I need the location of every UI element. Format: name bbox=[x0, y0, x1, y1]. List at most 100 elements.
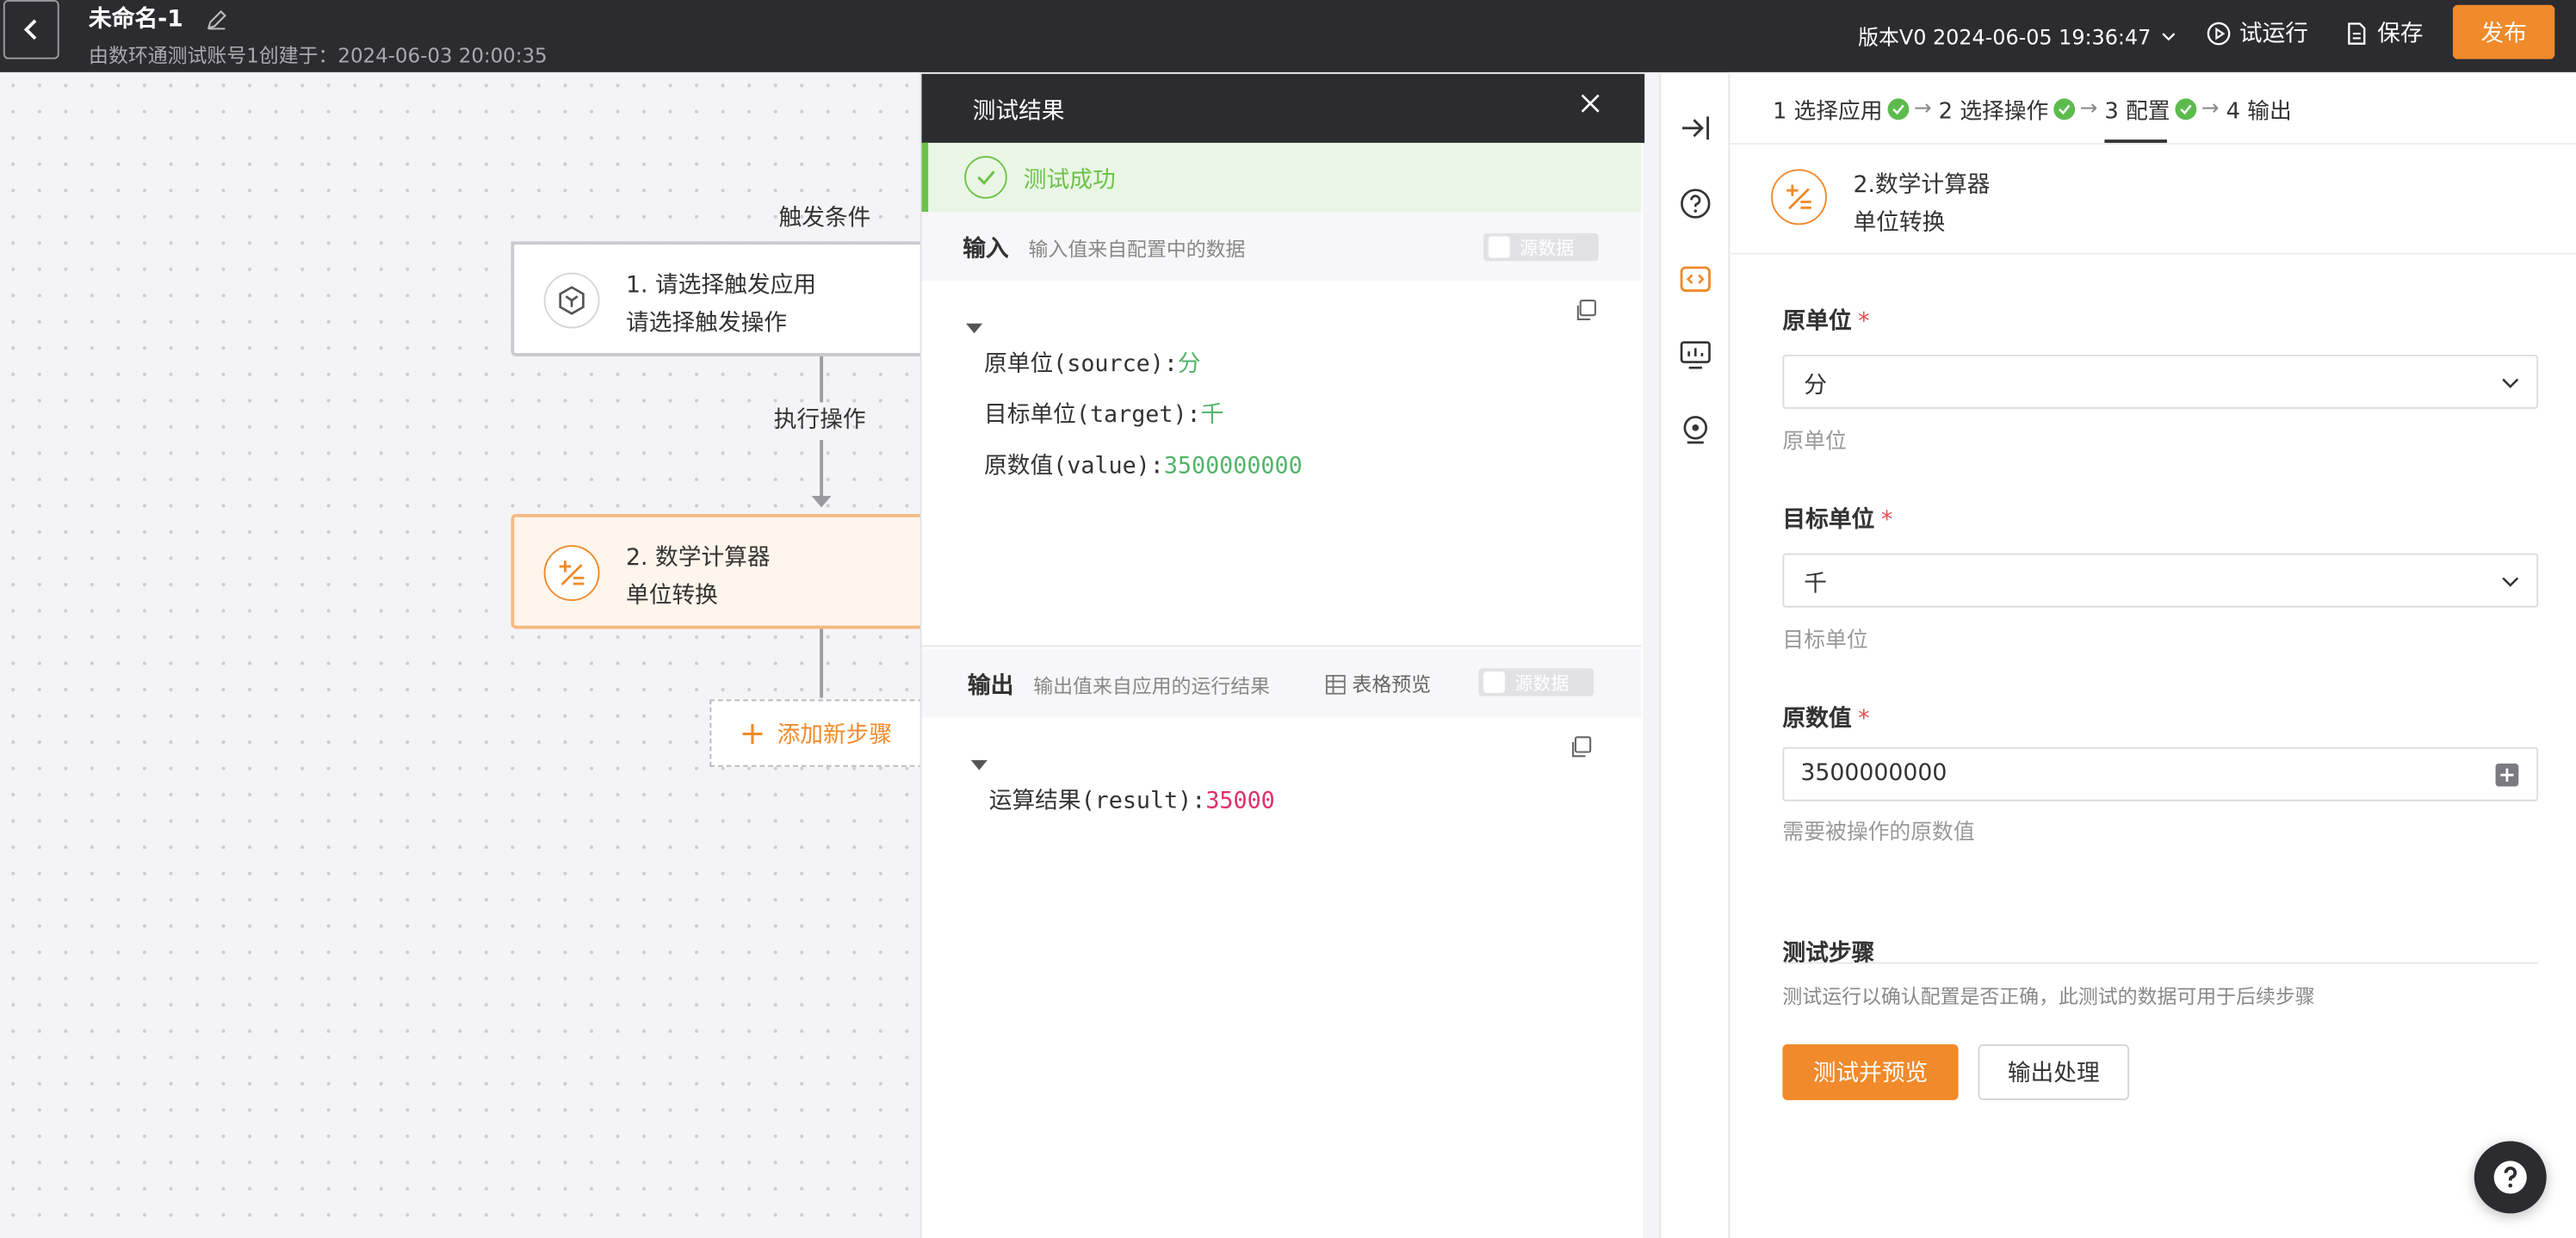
plus-minus-icon bbox=[559, 560, 585, 585]
back-button[interactable] bbox=[3, 0, 59, 59]
monitor-chart-icon[interactable] bbox=[1679, 338, 1712, 371]
version-selector[interactable]: 版本V0 2024-06-05 19:36:47 bbox=[1858, 20, 2177, 51]
step-tabs: 1 选择应用 → 2 选择操作 → 3 配置 → 4 输出 bbox=[1730, 72, 2576, 145]
config-node-header: 2.数学计算器 单位转换 bbox=[1730, 145, 2576, 255]
add-step-button[interactable]: 添加新步骤 bbox=[709, 699, 940, 767]
success-text: 测试成功 bbox=[1023, 167, 1116, 195]
output-desc: 输出值来自应用的运行结果 bbox=[1033, 674, 1271, 698]
code-icon[interactable] bbox=[1679, 263, 1712, 295]
original-value-input[interactable]: 3500000000 bbox=[1782, 746, 2539, 802]
close-icon[interactable] bbox=[1579, 92, 1602, 115]
test-step-title: 测试步骤 bbox=[1782, 940, 1875, 968]
toggle-label: 源数据 bbox=[1520, 237, 1575, 259]
save-button[interactable]: 保存 bbox=[2344, 16, 2424, 49]
arrow-down-icon bbox=[811, 495, 832, 508]
save-label: 保存 bbox=[2377, 21, 2424, 48]
collapse-panel-icon[interactable] bbox=[1679, 112, 1712, 145]
trigger-label: 触发条件 bbox=[778, 205, 871, 232]
plus-minus-icon bbox=[1771, 169, 1827, 226]
test-result-header: 测试结果 bbox=[921, 73, 1645, 143]
collapse-caret-icon[interactable] bbox=[966, 323, 983, 334]
source-unit-select[interactable]: 分 bbox=[1782, 354, 2539, 409]
success-banner: 测试成功 bbox=[921, 142, 1642, 213]
document-icon bbox=[2348, 22, 2366, 44]
chevron-down-icon bbox=[2162, 32, 2176, 40]
trial-run-button[interactable]: 试运行 bbox=[2207, 16, 2308, 49]
output-processing-button[interactable]: 输出处理 bbox=[1978, 1043, 2130, 1100]
toggle-knob bbox=[1483, 672, 1505, 693]
output-title: 输出 bbox=[967, 672, 1014, 700]
test-result-title: 测试结果 bbox=[972, 98, 1065, 125]
step-configure[interactable]: 3 配置 → bbox=[2104, 92, 2219, 125]
action-node[interactable]: 2. 数学计算器 单位转换 bbox=[511, 513, 938, 629]
help-circle-icon[interactable] bbox=[1679, 187, 1712, 220]
input-title: 输入 bbox=[963, 236, 1009, 263]
document-title[interactable]: 未命名-1 bbox=[89, 2, 183, 34]
edit-icon[interactable] bbox=[204, 7, 231, 34]
arrow-right-icon: → bbox=[1913, 96, 1932, 121]
toggle-knob bbox=[1488, 236, 1510, 258]
trigger-node[interactable]: 1. 请选择触发应用 请选择触发操作 bbox=[511, 241, 938, 356]
original-value-hint: 需要被操作的原数值 bbox=[1782, 820, 1975, 846]
chevron-down-icon bbox=[2502, 577, 2519, 587]
table-preview-label: 表格预览 bbox=[1352, 672, 1432, 696]
section-divider bbox=[1782, 962, 2539, 964]
table-preview-button[interactable]: 表格预览 bbox=[1325, 670, 1432, 697]
add-step-label: 添加新步骤 bbox=[777, 721, 893, 748]
target-unit-value: 千 bbox=[1804, 571, 1827, 598]
test-step-desc: 测试运行以确认配置是否正确，此测试的数据可用于后续步骤 bbox=[1782, 985, 2315, 1009]
input-raw-data-toggle[interactable]: 源数据 bbox=[1483, 232, 1599, 262]
step-select-app[interactable]: 1 选择应用 → bbox=[1773, 92, 1932, 125]
target-unit-hint: 目标单位 bbox=[1782, 628, 1868, 654]
collapse-caret-icon[interactable] bbox=[970, 760, 988, 771]
chevron-left-icon bbox=[23, 19, 37, 40]
output-raw-data-toggle[interactable]: 源数据 bbox=[1478, 668, 1594, 696]
source-unit-label: 原单位 * bbox=[1782, 308, 1870, 336]
trigger-app-icon-wrap bbox=[543, 272, 600, 329]
action-node-title: 2. 数学计算器 bbox=[626, 545, 771, 572]
action-label: 执行操作 bbox=[773, 406, 866, 434]
source-unit-value: 分 bbox=[1804, 372, 1827, 399]
config-node-subtitle: 单位转换 bbox=[1853, 210, 1946, 237]
config-node-title: 2.数学计算器 bbox=[1853, 172, 1991, 199]
input-field-target: 目标单位(target):千 bbox=[984, 402, 1224, 429]
check-icon bbox=[2053, 97, 2075, 120]
trigger-node-title: 1. 请选择触发应用 bbox=[626, 272, 817, 300]
location-pin-icon[interactable] bbox=[1679, 414, 1712, 447]
insert-variable-icon[interactable] bbox=[2495, 763, 2519, 787]
side-icon-strip bbox=[1659, 73, 1731, 1238]
input-field-source: 原单位(source):分 bbox=[984, 351, 1201, 378]
step-select-action[interactable]: 2 选择操作 → bbox=[1939, 92, 2098, 125]
target-unit-select[interactable]: 千 bbox=[1782, 553, 2539, 608]
step-label: 4 输出 bbox=[2226, 98, 2292, 125]
original-value-label: 原数值 * bbox=[1782, 706, 1870, 733]
input-field-value: 原数值(value):3500000000 bbox=[984, 453, 1303, 480]
step-label: 1 选择应用 bbox=[1772, 98, 1883, 125]
help-fab-button[interactable] bbox=[2474, 1141, 2547, 1214]
check-icon bbox=[1887, 97, 1910, 120]
arrow-right-icon: → bbox=[2201, 96, 2220, 121]
version-text: 版本V0 2024-06-05 19:36:47 bbox=[1858, 24, 2152, 50]
connector-line bbox=[820, 628, 824, 698]
check-icon bbox=[2175, 97, 2197, 120]
section-divider bbox=[921, 645, 1642, 647]
source-unit-hint: 原单位 bbox=[1782, 430, 1847, 455]
target-unit-label: 目标单位 * bbox=[1782, 507, 1893, 534]
action-app-icon-wrap bbox=[543, 545, 600, 602]
step-output[interactable]: 4 输出 bbox=[2226, 92, 2292, 125]
document-subtitle: 由数环通测试账号1创建于：2024-06-03 20:00:35 bbox=[89, 44, 548, 68]
copy-icon[interactable] bbox=[1574, 299, 1597, 322]
test-preview-button[interactable]: 测试并预览 bbox=[1782, 1043, 1959, 1100]
play-circle-icon bbox=[2207, 21, 2231, 45]
output-field-result: 运算结果(result):35000 bbox=[988, 788, 1275, 814]
trigger-node-subtitle: 请选择触发操作 bbox=[626, 310, 788, 337]
table-icon bbox=[1325, 673, 1346, 694]
input-desc: 输入值来自配置中的数据 bbox=[1028, 238, 1246, 262]
active-step-indicator bbox=[2104, 139, 2167, 143]
config-panel: 1 选择应用 → 2 选择操作 → 3 配置 → 4 输出 2.数学计算器 单位… bbox=[1730, 71, 2576, 1238]
workflow-canvas[interactable]: 触发条件 1. 请选择触发应用 请选择触发操作 执行操作 2. 数学计算器 单位… bbox=[0, 71, 940, 1238]
action-node-subtitle: 单位转换 bbox=[626, 583, 718, 610]
copy-icon[interactable] bbox=[1569, 735, 1592, 758]
check-circle-icon bbox=[964, 156, 1007, 199]
publish-button[interactable]: 发布 bbox=[2452, 4, 2555, 59]
